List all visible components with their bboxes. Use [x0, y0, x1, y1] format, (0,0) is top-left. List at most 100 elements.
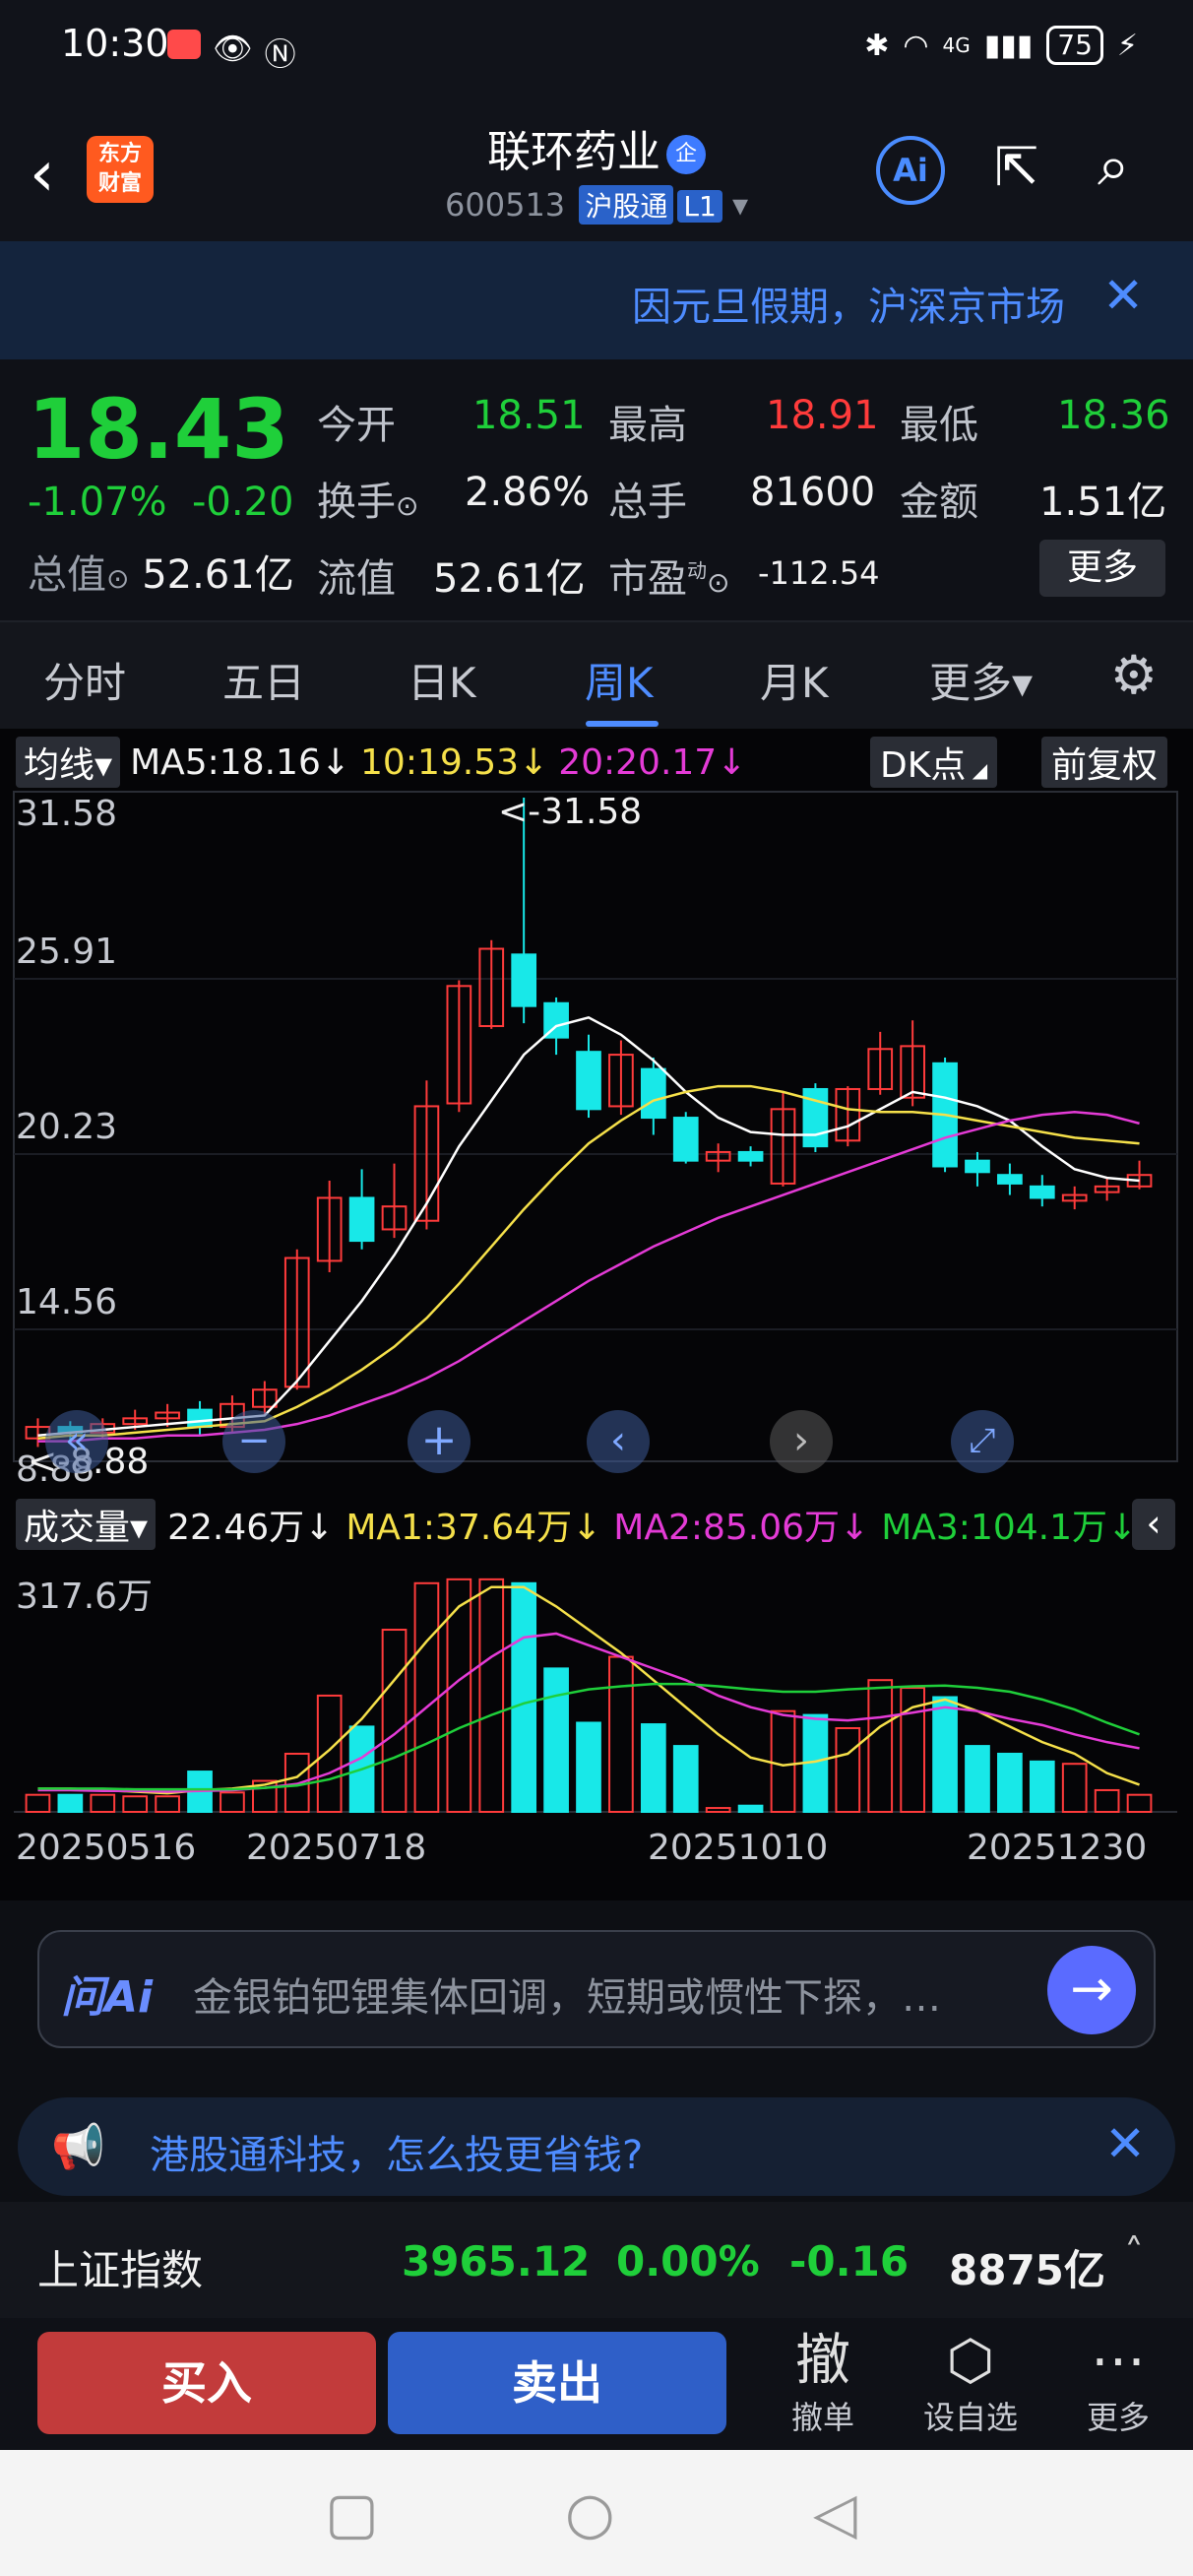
volume-bar — [997, 1752, 1023, 1814]
index-change: -0.16 — [789, 2237, 910, 2286]
info-icon[interactable]: ⊙ — [707, 566, 729, 599]
total-value: 总值⊙ 52.61亿 — [28, 543, 294, 600]
pe-superscript: 动 — [687, 558, 707, 583]
index-amount: 8875亿 — [949, 2246, 1105, 2294]
volume-bar — [770, 1709, 796, 1814]
arrow-right-icon[interactable]: → — [1047, 1946, 1136, 2034]
zoom-out-icon[interactable]: − — [222, 1410, 285, 1473]
volume-y-tick: 317.6万 — [16, 1577, 154, 1617]
level-tag: L1 — [677, 190, 722, 223]
status-left-icons: 👁 Ⓝ — [167, 30, 296, 75]
volume-bar — [381, 1629, 408, 1814]
ai-button[interactable]: Ai — [876, 136, 945, 205]
add-watchlist-label: 设自选 — [922, 2399, 1018, 2436]
cancel-order-label: 撤单 — [790, 2399, 854, 2436]
date-label-4: 20251230 — [967, 1828, 1148, 1868]
holiday-banner[interactable]: 因元旦假期，沪深京市场 ✕ — [0, 241, 1193, 359]
date-label-2: 20250718 — [246, 1828, 427, 1868]
home-icon[interactable]: ○ — [565, 2479, 615, 2546]
info-icon[interactable]: ⊙ — [396, 489, 418, 522]
volume-selector[interactable]: 成交量▾ — [16, 1499, 157, 1550]
stock-code: 600513 — [445, 186, 566, 224]
candle-body — [187, 1408, 213, 1429]
volume-value: 81600 — [750, 470, 876, 515]
recent-apps-icon[interactable]: ▢ — [325, 2479, 379, 2546]
sell-button[interactable]: 卖出 — [388, 2332, 726, 2434]
volume-bar — [1126, 1793, 1153, 1813]
signal-icon: ▮▮▮ — [983, 28, 1034, 63]
volume-bar — [672, 1745, 699, 1813]
enterprise-badge: 企 — [666, 135, 706, 174]
fullscreen-icon[interactable]: ⤢ — [951, 1410, 1014, 1473]
volume-ma1: MA1:37.64万↓ — [345, 1508, 602, 1548]
more-actions-label: 更多 — [1086, 2399, 1150, 2436]
volume-bar — [576, 1721, 601, 1814]
add-watchlist-button[interactable]: ⬡ 设自选 — [911, 2330, 1030, 2438]
search-icon[interactable]: ⌕ — [1098, 132, 1129, 200]
scroll-far-left-icon[interactable]: « — [45, 1410, 108, 1473]
volume-current: 22.46万↓ — [167, 1508, 335, 1548]
date-label-3: 20251010 — [648, 1828, 829, 1868]
more-actions-button[interactable]: ⋯ 更多 — [1059, 2330, 1177, 2438]
kline-chart[interactable]: 均线▾ MA5:18.16↓ 10:19.53↓ 20:20.17↓ DK点 ◢… — [0, 729, 1193, 1900]
hexagon-icon: ⬡ — [946, 2329, 995, 2393]
collapse-left-icon[interactable]: ‹ — [1132, 1499, 1175, 1550]
cancel-order-button[interactable]: 撤 撤单 — [764, 2330, 882, 2438]
back-nav-icon[interactable]: ◁ — [813, 2479, 857, 2546]
volume-bar — [640, 1723, 666, 1813]
volume-bar — [835, 1726, 861, 1814]
close-icon[interactable]: ✕ — [1104, 2115, 1146, 2172]
chevron-up-icon[interactable]: ˄ — [1124, 2231, 1144, 2277]
eye-icon: 👁 — [213, 30, 253, 67]
volume-bar — [511, 1581, 537, 1813]
candle-body — [511, 953, 537, 1007]
ask-ai-input[interactable]: 问Ai 金银铂钯锂集体回调，短期或惯性下探，… → — [37, 1930, 1156, 2048]
price-frame — [13, 791, 1178, 1462]
tab-more[interactable]: 更多▾ — [929, 650, 1033, 710]
status-right-icons: ✱ ◠ 4G ▮▮▮ 75 ⚡ — [864, 26, 1138, 65]
tab-intraday[interactable]: 分时 — [43, 650, 126, 710]
volume-legend: 成交量▾ 22.46万↓ MA1:37.64万↓ MA2:85.06万↓ MA3… — [16, 1499, 1137, 1550]
total-value-label: 总值 — [28, 552, 106, 598]
index-pct: 0.00% — [616, 2237, 760, 2286]
tab-daily-k[interactable]: 日K — [408, 650, 476, 710]
battery-indicator: 75 — [1046, 26, 1103, 65]
volume-bar — [1094, 1788, 1120, 1814]
tab-weekly-k[interactable]: 周K — [585, 650, 654, 710]
volume-ma3: MA3:104.1万↓ — [881, 1508, 1138, 1548]
high-value: 18.91 — [766, 393, 879, 438]
info-icon[interactable]: ⊙ — [106, 562, 129, 595]
grid-lines — [13, 791, 1178, 1813]
y-tick-2: 25.91 — [16, 932, 118, 972]
volume-bar — [1029, 1760, 1055, 1813]
tab-five-day[interactable]: 五日 — [222, 650, 305, 710]
max-price-marker: <-31.58 — [498, 792, 643, 832]
notice-text: 港股通科技，怎么投更省钱? — [150, 2133, 644, 2178]
gear-icon[interactable]: ⚙ — [1110, 644, 1158, 706]
current-price: 18.43 — [28, 381, 289, 478]
volume-bar — [1061, 1763, 1088, 1814]
float-value-label: 流值 — [317, 556, 396, 602]
volume-bar — [90, 1793, 116, 1813]
volume-bar — [867, 1679, 894, 1814]
bluetooth-icon: ✱ — [864, 28, 890, 63]
market-tag: 沪股通 — [579, 185, 674, 225]
more-quote-button[interactable]: 更多 — [1039, 540, 1165, 597]
tab-monthly-k[interactable]: 月K — [760, 650, 829, 710]
promo-notice[interactable]: 📢 港股通科技，怎么投更省钱? ✕ — [18, 2097, 1175, 2196]
scroll-right-icon[interactable]: › — [770, 1410, 833, 1473]
share-icon[interactable]: ⇱ — [994, 136, 1055, 198]
nfc-icon: Ⓝ — [264, 35, 296, 73]
index-ticker[interactable]: 上证指数 3965.12 0.00% -0.16 8875亿 ˄ — [0, 2202, 1193, 2318]
candle-body — [1029, 1185, 1055, 1199]
float-value-value: 52.61亿 — [433, 556, 586, 602]
active-tab-indicator — [586, 721, 659, 727]
close-icon[interactable]: ✕ — [1102, 267, 1144, 324]
volume-bar — [965, 1745, 990, 1813]
scroll-left-icon[interactable]: ‹ — [587, 1410, 650, 1473]
ask-ai-prompt: 金银铂钯锂集体回调，短期或惯性下探，… — [193, 1975, 941, 2021]
zoom-in-icon[interactable]: + — [408, 1410, 471, 1473]
buy-button[interactable]: 买入 — [37, 2332, 376, 2434]
candle-body — [348, 1196, 375, 1243]
volume-bar — [25, 1793, 51, 1813]
